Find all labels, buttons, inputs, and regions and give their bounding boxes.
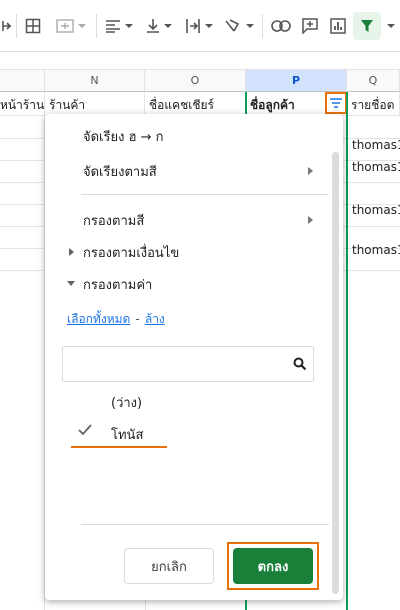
checkmark-icon[interactable] xyxy=(77,422,93,441)
valign-bottom-icon[interactable] xyxy=(142,12,176,40)
ok-highlight: ตกลง xyxy=(227,542,319,590)
align-left-icon[interactable] xyxy=(102,12,136,40)
selection-border-right xyxy=(346,92,348,610)
chart-icon[interactable] xyxy=(326,12,350,40)
column-header-o[interactable]: O xyxy=(145,70,246,92)
cancel-button[interactable]: ยกเลิก xyxy=(124,548,214,584)
ok-button[interactable]: ตกลง xyxy=(233,548,313,584)
toolbar-separator xyxy=(96,14,97,38)
column-header-p[interactable]: P xyxy=(246,70,347,92)
highlight-underline xyxy=(71,446,167,448)
menu-divider xyxy=(81,524,329,525)
clear-link[interactable]: ล้าง xyxy=(145,312,165,326)
filter-icon[interactable] xyxy=(353,12,381,40)
column-header-q[interactable]: Q xyxy=(347,70,400,92)
text-wrap-icon[interactable] xyxy=(182,12,216,40)
sort-z-a-item[interactable]: จัดเรียง ฮ → ก xyxy=(83,126,164,147)
more-caret-icon[interactable] xyxy=(384,12,398,40)
filter-by-values-item[interactable]: กรองตามค่า xyxy=(83,274,152,295)
sort-by-color-item[interactable]: จัดเรียงตามสี xyxy=(83,161,157,182)
merge-dropdown-icon[interactable] xyxy=(50,12,92,40)
borders-icon[interactable] xyxy=(22,12,44,40)
select-links: เลือกทั้งหมด - ล้าง xyxy=(67,308,165,329)
filter-menu: จัดเรียง ฮ → ก จัดเรียงตามสี กรองตามสี ก… xyxy=(45,114,343,600)
cell-q[interactable]: thomas1 xyxy=(352,160,400,174)
cell-q[interactable]: thomas1 xyxy=(352,203,400,217)
cell-q[interactable]: thomas1 xyxy=(352,243,400,257)
toolbar xyxy=(0,0,400,52)
toolbar-separator xyxy=(16,14,17,38)
header-cell-m[interactable]: หน้าร้าน xyxy=(0,92,45,116)
header-cell-o[interactable]: ชื่อแคชเชียร์ xyxy=(145,92,246,116)
header-cell-q[interactable]: รายชื่อต xyxy=(347,92,400,116)
formula-bar-area xyxy=(0,52,400,70)
header-cell-n[interactable]: ร้านค้า xyxy=(45,92,145,116)
column-header-m[interactable] xyxy=(0,70,45,92)
submenu-arrow-icon xyxy=(308,216,313,224)
expand-arrow-icon[interactable] xyxy=(69,248,74,256)
column-filter-button[interactable] xyxy=(325,92,347,114)
link-icon[interactable] xyxy=(268,12,294,40)
collapse-arrow-icon[interactable] xyxy=(67,281,75,286)
link-separator: - xyxy=(135,312,140,326)
value-search-box xyxy=(62,346,314,382)
menu-divider xyxy=(81,194,329,195)
submenu-arrow-icon xyxy=(308,167,313,175)
comment-icon[interactable] xyxy=(298,12,322,40)
value-option-blank[interactable]: (ว่าง) xyxy=(111,392,142,413)
filter-by-condition-item[interactable]: กรองตามเงื่อนไข xyxy=(83,242,179,263)
text-rotate-icon[interactable] xyxy=(222,12,256,40)
toolbar-separator xyxy=(262,14,263,38)
select-all-link[interactable]: เลือกทั้งหมด xyxy=(67,312,130,326)
search-icon[interactable] xyxy=(293,356,307,375)
cell-q[interactable]: thomas1 xyxy=(352,138,400,152)
column-header-n[interactable]: N xyxy=(45,70,145,92)
value-search-input[interactable] xyxy=(63,347,283,381)
value-option-thomas[interactable]: โทนัส xyxy=(111,424,143,445)
merge-cells-icon[interactable] xyxy=(0,12,14,40)
filter-by-color-item[interactable]: กรองตามสี xyxy=(83,210,144,231)
menu-scrollbar[interactable] xyxy=(332,152,339,594)
